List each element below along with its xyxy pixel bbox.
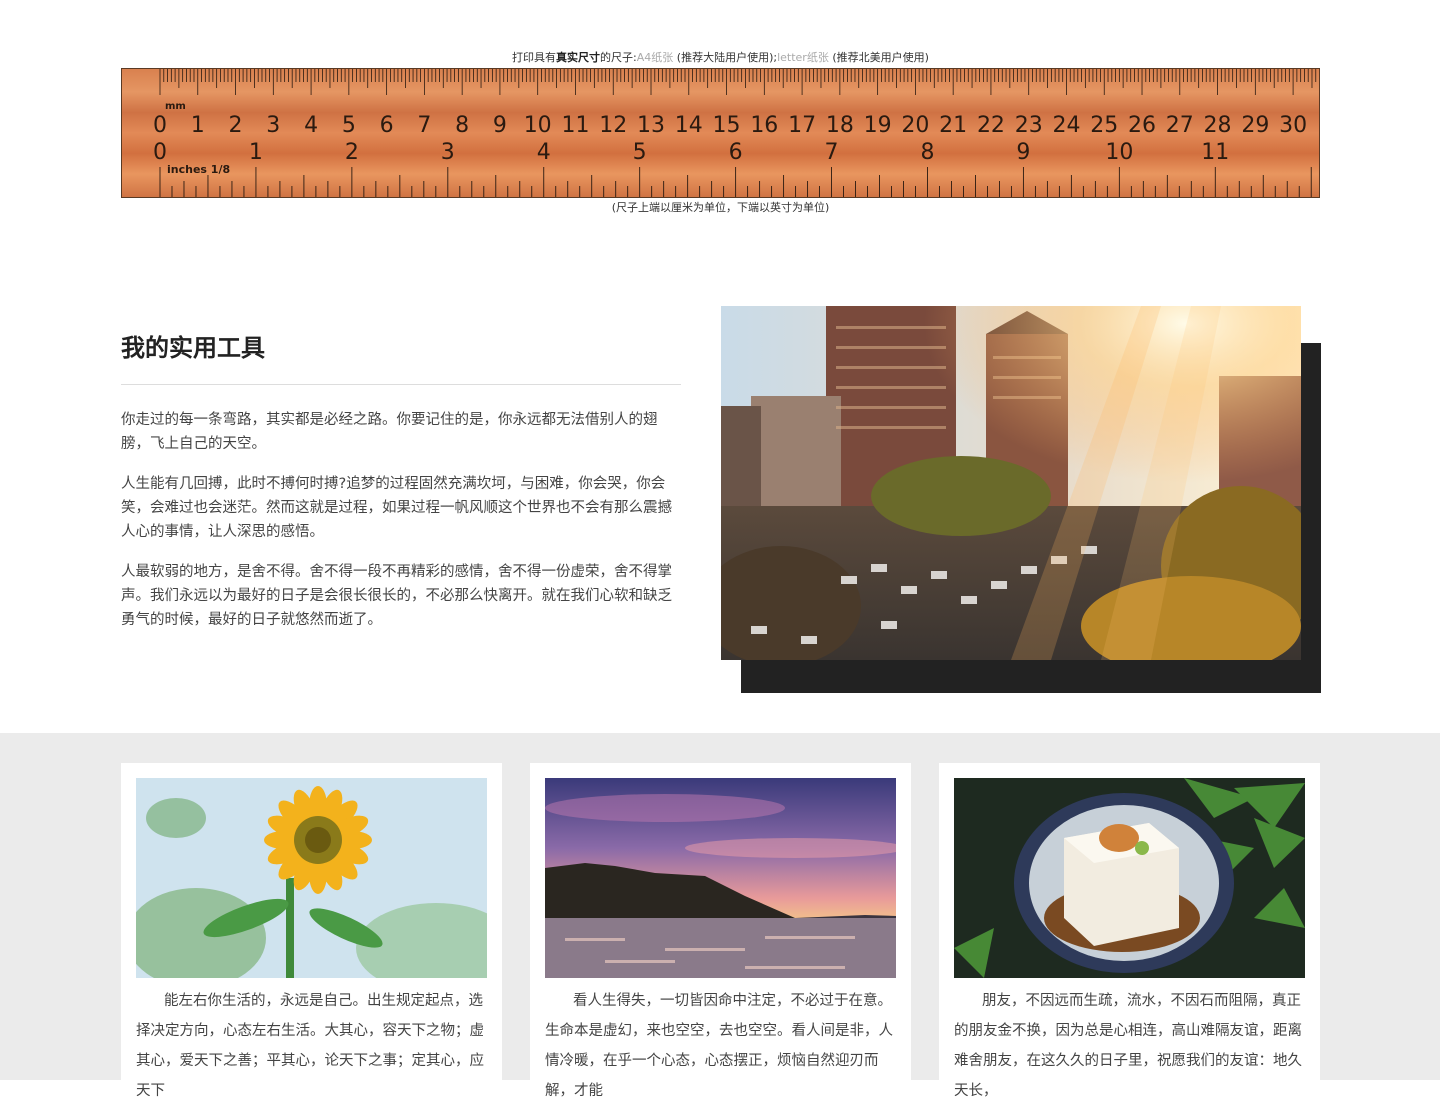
ruler-mm-label: mm bbox=[165, 101, 186, 112]
cm-number: 20 bbox=[901, 113, 929, 138]
card-sunflower[interactable]: 能左右你生活的，永远是自己。出生规定起点，选择决定方向，心态左右生活。大其心，容… bbox=[121, 763, 502, 1103]
letter-paper-link[interactable]: letter纸张 bbox=[777, 51, 829, 64]
cm-number: 12 bbox=[599, 113, 627, 138]
cm-number: 5 bbox=[342, 113, 356, 138]
ruler-unit-note: (尺子上端以厘米为单位，下端以英寸为单位) bbox=[611, 201, 830, 214]
ruler-scale: mm inches 1/8 0 1 2 3 4 5 6 7 8 9 10 11 12 13 14 15 16 17… bbox=[153, 69, 1317, 197]
card-sunset[interactable]: 看人生得失，一切皆因命中注定，不必过于在意。生命本是虚幻，来也空空，去也空空。看… bbox=[530, 763, 911, 1103]
cards-section: 能左右你生活的，永远是自己。出生规定起点，选择决定方向，心态左右生活。大其心，容… bbox=[0, 733, 1440, 1103]
cm-number: 13 bbox=[637, 113, 665, 138]
cm-number: 9 bbox=[493, 113, 507, 138]
cm-number: 22 bbox=[977, 113, 1005, 138]
cm-number: 30 bbox=[1279, 113, 1307, 138]
inch-number: 3 bbox=[441, 140, 455, 165]
inch-number: 0 bbox=[153, 140, 167, 165]
print-bold: 真实尺寸 bbox=[556, 51, 601, 64]
cm-number: 14 bbox=[675, 113, 703, 138]
cm-number: 4 bbox=[304, 113, 318, 138]
a4-paper-link[interactable]: A4纸张 bbox=[637, 51, 674, 64]
cm-number: 15 bbox=[713, 113, 741, 138]
page-title: 我的实用工具 bbox=[121, 335, 265, 362]
cm-number: 3 bbox=[266, 113, 280, 138]
inch-number: 11 bbox=[1201, 140, 1229, 165]
about-paragraphs: 你走过的每一条弯路，其实都是必经之路。你要记住的是，你永远都无法借别人的翅膀，飞… bbox=[121, 408, 681, 648]
inch-number: 4 bbox=[537, 140, 551, 165]
cm-number: 0 bbox=[153, 113, 167, 138]
cm-number: 2 bbox=[229, 113, 243, 138]
inch-number: 1 bbox=[249, 140, 263, 165]
inch-number: 7 bbox=[825, 140, 839, 165]
cm-number: 28 bbox=[1204, 113, 1232, 138]
cm-number: 11 bbox=[561, 113, 589, 138]
cm-number: 19 bbox=[864, 113, 892, 138]
cm-number: 21 bbox=[939, 113, 967, 138]
print-prefix: 打印具有 bbox=[512, 51, 557, 64]
title-divider bbox=[121, 384, 681, 385]
cm-number: 1 bbox=[191, 113, 205, 138]
ruler: mm inches 1/8 0 1 2 3 4 5 6 7 8 9 10 11 12 13 14 15 16 17… bbox=[121, 68, 1320, 198]
cm-number: 17 bbox=[788, 113, 816, 138]
card-text: 朋友，不因远而生疏，流水，不因石而阻隔，真正的朋友金不换，因为总是心相连，高山难… bbox=[954, 993, 1302, 1099]
ruler-block: 打印具有真实尺寸的尺子:A4纸张 (推荐大陆用户使用);letter纸张 (推荐… bbox=[121, 48, 1320, 218]
card-text: 能左右你生活的，永远是自己。出生规定起点，选择决定方向，心态左右生活。大其心，容… bbox=[136, 993, 484, 1099]
ruler-inch-label: inches 1/8 bbox=[167, 163, 230, 176]
cm-number: 6 bbox=[380, 113, 394, 138]
cm-number: 16 bbox=[750, 113, 778, 138]
letter-note: (推荐北美用户使用) bbox=[828, 51, 929, 64]
cm-number: 7 bbox=[417, 113, 431, 138]
cm-number: 10 bbox=[524, 113, 552, 138]
paragraph: 你走过的每一条弯路，其实都是必经之路。你要记住的是，你永远都无法借别人的翅膀，飞… bbox=[121, 412, 658, 452]
tofu-dish-image bbox=[954, 778, 1305, 978]
cm-number: 27 bbox=[1166, 113, 1194, 138]
cm-number: 18 bbox=[826, 113, 854, 138]
inch-number: 8 bbox=[920, 140, 934, 165]
card-tofu[interactable]: 朋友，不因远而生疏，流水，不因石而阻隔，真正的朋友金不换，因为总是心相连，高山难… bbox=[939, 763, 1320, 1103]
about-section: 我的实用工具 你走过的每一条弯路，其实都是必经之路。你要记住的是，你永远都无法借… bbox=[0, 228, 1440, 733]
a4-note: (推荐大陆用户使用); bbox=[673, 51, 778, 64]
cm-number: 25 bbox=[1090, 113, 1118, 138]
inch-number: 5 bbox=[633, 140, 647, 165]
card-text: 看人生得失，一切皆因命中注定，不必过于在意。生命本是虚幻，来也空空，去也空空。看… bbox=[545, 993, 893, 1099]
city-sunset-photo bbox=[721, 306, 1301, 660]
cm-number: 8 bbox=[455, 113, 469, 138]
sunflower-image bbox=[136, 778, 487, 978]
inch-number: 10 bbox=[1105, 140, 1133, 165]
inch-number: 2 bbox=[345, 140, 359, 165]
cm-number: 29 bbox=[1241, 113, 1269, 138]
print-mid: 的尺子: bbox=[600, 51, 637, 64]
paragraph: 人生能有几回搏，此时不搏何时搏?追梦的过程固然充满坎坷，与困难，你会哭，你会笑，… bbox=[121, 476, 672, 540]
ruler-print-note: 打印具有真实尺寸的尺子:A4纸张 (推荐大陆用户使用);letter纸张 (推荐… bbox=[121, 48, 1320, 68]
paragraph: 人最软弱的地方，是舍不得。舍不得一段不再精彩的感情，舍不得一份虚荣，舍不得掌声。… bbox=[121, 564, 672, 628]
cm-number: 23 bbox=[1015, 113, 1043, 138]
inch-number: 6 bbox=[729, 140, 743, 165]
inch-number: 9 bbox=[1016, 140, 1030, 165]
cm-number: 24 bbox=[1052, 113, 1080, 138]
cm-number: 26 bbox=[1128, 113, 1156, 138]
sunset-beach-image bbox=[545, 778, 896, 978]
